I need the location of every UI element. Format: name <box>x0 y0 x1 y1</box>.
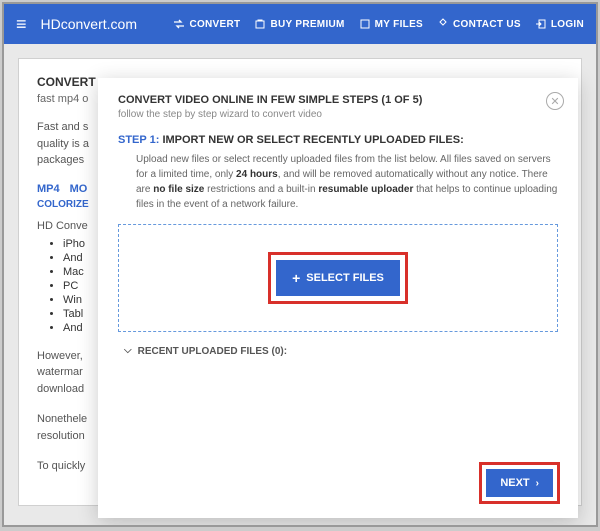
modal-subtitle: follow the step by step wizard to conver… <box>118 109 558 120</box>
topbar: ≡ HDconvert.com CONVERT BUY PREMIUM MY F… <box>4 4 596 44</box>
nav-convert[interactable]: CONVERT <box>173 18 240 30</box>
next-button[interactable]: NEXT› <box>486 469 553 497</box>
recent-files-toggle[interactable]: RECENT UPLOADED FILES (0): <box>124 346 558 357</box>
nav-login[interactable]: LOGIN <box>535 18 584 30</box>
menu-icon[interactable]: ≡ <box>16 14 27 35</box>
select-files-highlight: +SELECT FILES <box>268 252 408 304</box>
wizard-modal: ✕ CONVERT VIDEO ONLINE IN FEW SIMPLE STE… <box>98 78 578 518</box>
nav-contact[interactable]: CONTACT US <box>437 18 521 30</box>
chevron-right-icon: › <box>536 478 539 489</box>
nav-buy-premium[interactable]: BUY PREMIUM <box>254 18 344 30</box>
close-icon[interactable]: ✕ <box>546 92 564 110</box>
tab-mp4: MP4 <box>37 183 60 195</box>
file-dropzone[interactable]: +SELECT FILES <box>118 224 558 332</box>
next-highlight: NEXT› <box>479 462 560 504</box>
brand[interactable]: HDconvert.com <box>41 16 137 32</box>
nav-my-files[interactable]: MY FILES <box>359 18 423 30</box>
tab-mo: MO <box>70 183 88 195</box>
step-description: Upload new files or select recently uplo… <box>136 152 558 212</box>
plus-icon: + <box>292 270 300 286</box>
step-heading: STEP 1: IMPORT NEW OR SELECT RECENTLY UP… <box>118 134 558 146</box>
select-files-button[interactable]: +SELECT FILES <box>276 260 400 296</box>
modal-title: CONVERT VIDEO ONLINE IN FEW SIMPLE STEPS… <box>118 94 558 106</box>
